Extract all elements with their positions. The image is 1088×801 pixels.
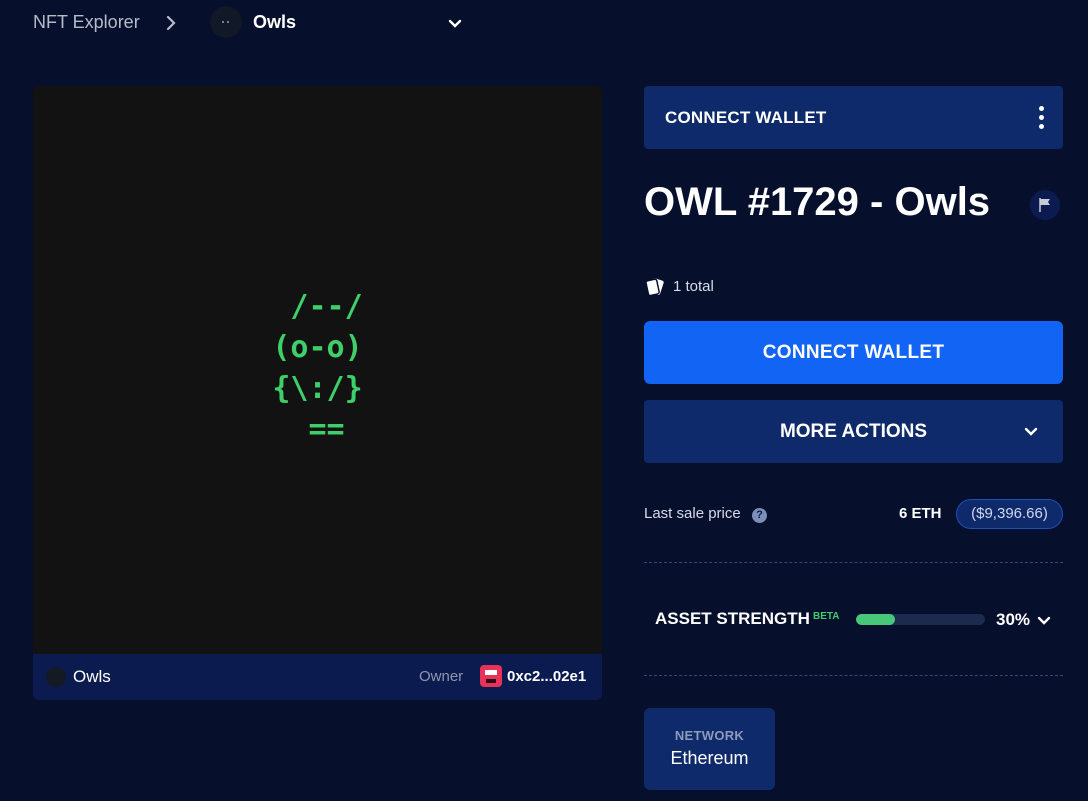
asset-strength-fill bbox=[856, 614, 895, 625]
help-icon[interactable]: ? bbox=[752, 508, 767, 523]
last-sale-eth: 6 ETH bbox=[899, 505, 942, 522]
connect-wallet-button[interactable]: CONNECT WALLET bbox=[644, 321, 1063, 384]
asset-strength-bar bbox=[856, 614, 985, 625]
connect-wallet-bar[interactable]: CONNECT WALLET bbox=[644, 86, 1063, 149]
chevron-down-icon[interactable] bbox=[1036, 613, 1052, 629]
collection-avatar bbox=[210, 6, 242, 38]
flag-icon[interactable] bbox=[1030, 190, 1060, 220]
asset-strength-percent[interactable]: 30% bbox=[996, 610, 1030, 630]
chevron-right-icon bbox=[166, 15, 176, 31]
last-sale-usd-badge: ($9,396.66) bbox=[956, 499, 1063, 529]
owner-avatar bbox=[480, 665, 502, 687]
nft-artwork-card: /--/ (o-o) {\:/} == Owls Owner 0xc2...02… bbox=[33, 86, 602, 700]
connect-wallet-button-label: CONNECT WALLET bbox=[762, 342, 945, 363]
breadcrumb-current: Owls bbox=[253, 12, 297, 32]
asset-strength-label: ASSET STRENGTH bbox=[655, 609, 810, 628]
network-label: NETWORK bbox=[674, 728, 745, 743]
artwork-footer: Owls Owner 0xc2...02e1 bbox=[33, 654, 602, 700]
chevron-down-icon[interactable] bbox=[446, 15, 464, 33]
cards-icon bbox=[645, 278, 664, 297]
last-sale-label: Last sale price bbox=[644, 505, 741, 522]
divider bbox=[644, 675, 1063, 676]
collection-link[interactable]: Owls bbox=[73, 667, 111, 687]
beta-badge: BETA bbox=[813, 611, 840, 622]
asset-title: OWL #1729 - Owls bbox=[644, 180, 991, 224]
divider bbox=[644, 562, 1063, 563]
network-card: NETWORK Ethereum bbox=[644, 708, 775, 790]
nft-ascii-art: /--/ (o-o) {\:/} == bbox=[272, 289, 363, 447]
owner-label: Owner bbox=[419, 668, 464, 685]
collection-avatar bbox=[46, 667, 66, 687]
connect-wallet-bar-label: CONNECT WALLET bbox=[665, 108, 827, 127]
owner-address-link[interactable]: 0xc2...02e1 bbox=[507, 668, 586, 685]
more-options-icon[interactable] bbox=[1039, 106, 1045, 130]
edition-total-text: 1 total bbox=[673, 278, 714, 295]
network-value: Ethereum bbox=[670, 748, 749, 768]
breadcrumb-root-link[interactable]: NFT Explorer bbox=[33, 12, 140, 33]
more-actions-button[interactable]: MORE ACTIONS bbox=[644, 400, 1063, 463]
chevron-down-icon bbox=[1024, 427, 1038, 436]
more-actions-label: MORE ACTIONS bbox=[779, 421, 928, 442]
